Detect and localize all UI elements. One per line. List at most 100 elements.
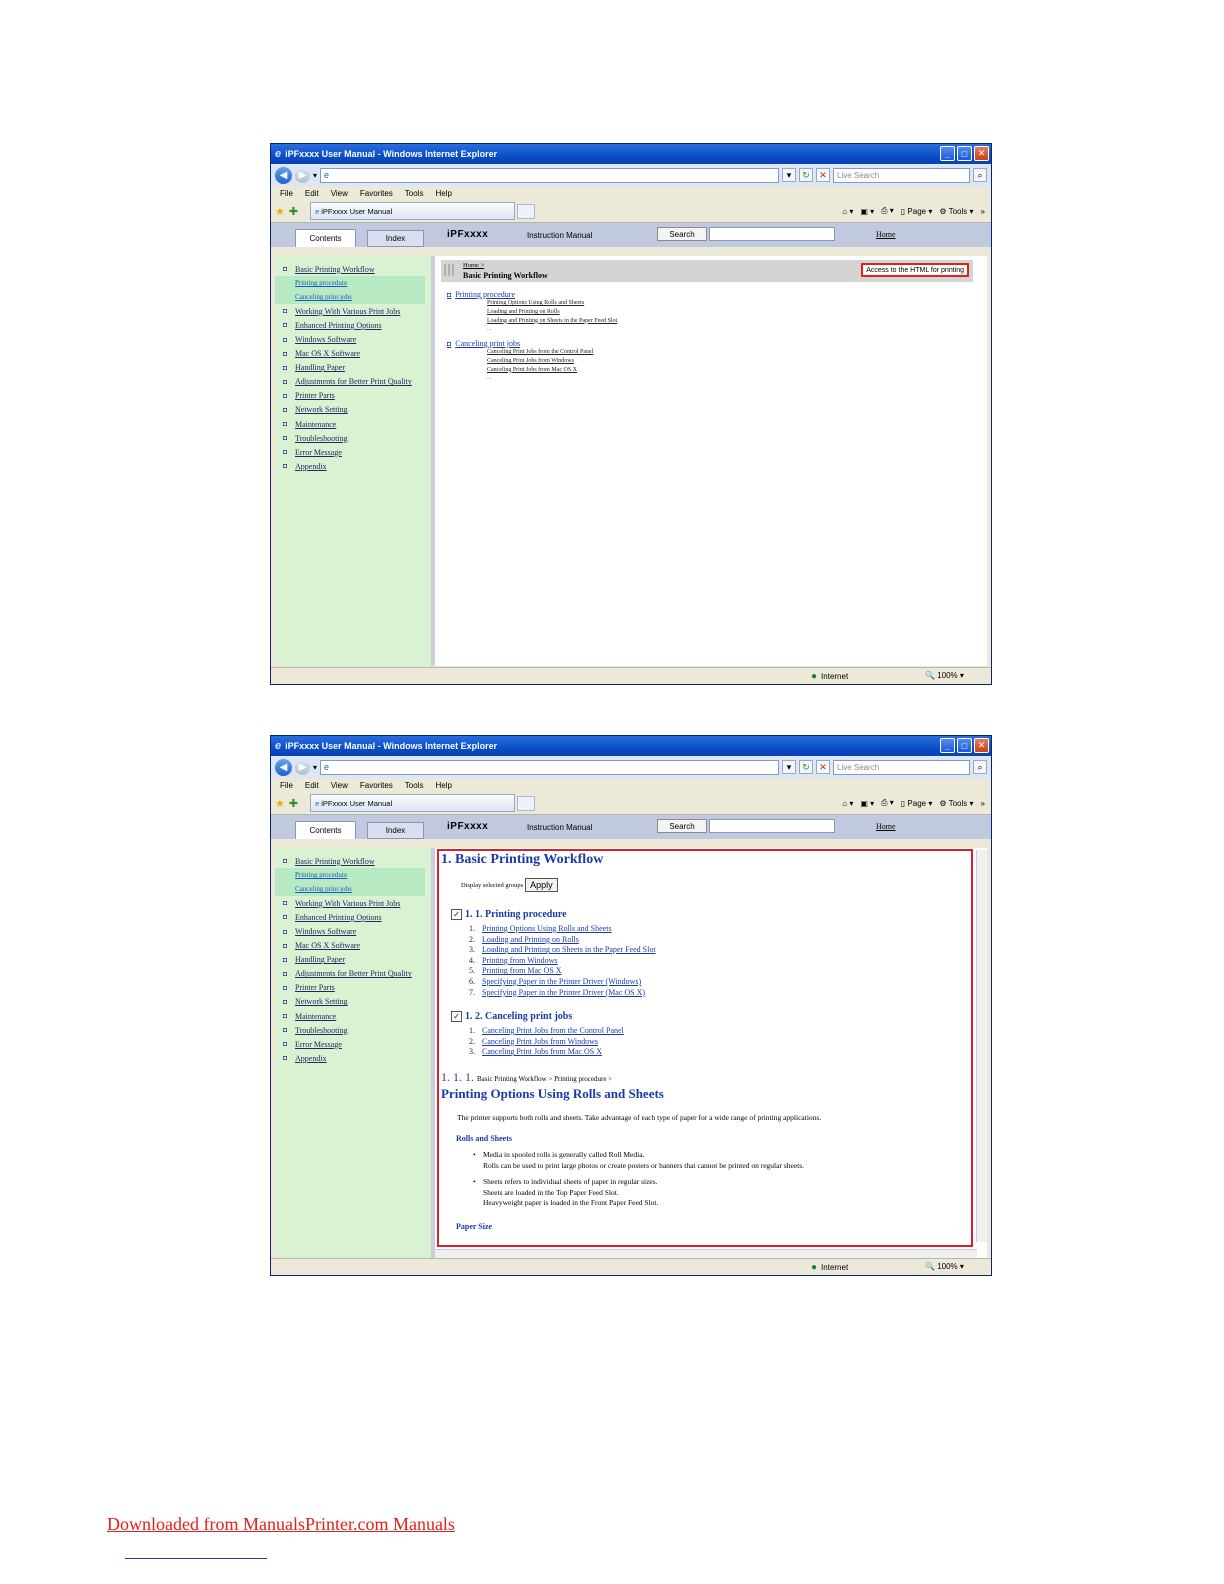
manual-search-button[interactable]: Search — [657, 819, 707, 833]
zoom-control[interactable]: 🔍 100% ▾ — [925, 1262, 964, 1271]
add-favorites-icon[interactable]: ✚ — [289, 797, 298, 810]
tools-menu-button[interactable]: ⚙ Tools ▾ — [939, 207, 973, 216]
sidebar-item-basic-printing-workflow[interactable]: ◘ Basic Printing Workflow — [275, 854, 431, 868]
access-html-printing-button[interactable]: Access to the HTML for printing — [861, 263, 969, 277]
manual-search-button[interactable]: Search — [657, 227, 707, 241]
minimize-icon[interactable]: _ — [940, 738, 955, 753]
back-icon[interactable]: ◀ — [275, 758, 292, 776]
sidebar-item-basic-printing-workflow[interactable]: ◘ Basic Printing Workflow — [275, 262, 431, 276]
forward-icon[interactable]: ▶ — [295, 167, 310, 183]
manual-search-input[interactable] — [709, 227, 835, 241]
subsection-link[interactable]: Loading and Printing on Rolls — [487, 308, 617, 317]
sidebar-item-maintenance[interactable]: ◘ Maintenance — [275, 1009, 431, 1023]
tab-index[interactable]: Index — [367, 230, 424, 247]
sidebar-item-printer-parts[interactable]: ◘ Printer Parts — [275, 389, 431, 403]
menu-help[interactable]: Help — [435, 189, 451, 198]
new-tab-button[interactable] — [517, 203, 536, 219]
horizontal-scrollbar[interactable] — [435, 1249, 977, 1258]
sidebar-item-network-setting[interactable]: ◘ Network Setting — [275, 403, 431, 417]
minimize-icon[interactable]: _ — [940, 146, 955, 161]
maximize-icon[interactable]: □ — [957, 738, 972, 753]
menu-help[interactable]: Help — [435, 781, 451, 790]
vertical-scrollbar[interactable] — [976, 850, 987, 1242]
subsection-link[interactable]: Printing Options Using Rolls and Sheets — [487, 299, 617, 308]
print-icon[interactable]: ⎙ ▾ — [881, 206, 894, 216]
close-icon[interactable]: ✕ — [974, 146, 989, 161]
page-menu-button[interactable]: ▯ Page ▾ — [901, 799, 933, 808]
home-icon[interactable]: ⌂ ▾ — [842, 207, 853, 216]
sidebar-item-printing-procedure[interactable]: Printing procedure — [275, 276, 425, 291]
topic-link[interactable]: Specifying Paper in the Printer Driver (… — [482, 977, 641, 986]
maximize-icon[interactable]: □ — [957, 146, 972, 161]
menu-edit[interactable]: Edit — [305, 189, 319, 198]
stop-icon[interactable]: ✕ — [816, 760, 830, 774]
topic-link[interactable]: Canceling Print Jobs from Windows — [482, 1037, 598, 1046]
page-menu-button[interactable]: ▯ Page ▾ — [901, 207, 933, 216]
sidebar-item-various-print-jobs[interactable]: ◘ Working With Various Print Jobs — [275, 304, 431, 318]
manual-search-input[interactable] — [709, 819, 835, 833]
sidebar-item-troubleshooting[interactable]: ◘ Troubleshooting — [275, 431, 431, 445]
favorites-star-icon[interactable]: ★ — [275, 797, 285, 810]
stop-icon[interactable]: ✕ — [816, 168, 830, 182]
menu-favorites[interactable]: Favorites — [360, 781, 393, 790]
chevron-more-icon[interactable]: » — [981, 207, 985, 216]
tools-menu-button[interactable]: ⚙ Tools ▾ — [939, 799, 973, 808]
subsection-link[interactable]: Canceling Print Jobs from the Control Pa… — [487, 348, 593, 357]
sidebar-item-print-quality[interactable]: ◘ Adjustments for Better Print Quality — [275, 967, 431, 981]
menu-file[interactable]: File — [280, 189, 293, 198]
tab-contents[interactable]: Contents — [295, 821, 356, 839]
section-link-canceling-print-jobs[interactable]: Canceling print jobs — [455, 339, 520, 348]
sidebar-item-network-setting[interactable]: ◘ Network Setting — [275, 995, 431, 1009]
group-checkbox[interactable]: ✓ — [451, 909, 462, 920]
browser-tab[interactable]: e iPFxxxx User Manual — [310, 202, 516, 220]
download-source-link[interactable]: Downloaded from ManualsPrinter.com Manua… — [107, 1514, 455, 1535]
topic-link[interactable]: Loading and Printing on Rolls — [482, 935, 579, 944]
chevron-more-icon[interactable]: » — [981, 799, 985, 808]
sidebar-item-canceling-print-jobs[interactable]: Canceling print jobs — [275, 882, 425, 897]
sidebar-item-various-print-jobs[interactable]: ◘ Working With Various Print Jobs — [275, 896, 431, 910]
menu-file[interactable]: File — [280, 781, 293, 790]
sidebar-item-print-quality[interactable]: ◘ Adjustments for Better Print Quality — [275, 375, 431, 389]
apply-button[interactable]: Apply — [525, 878, 558, 892]
menu-favorites[interactable]: Favorites — [360, 189, 393, 198]
subsection-link[interactable]: Loading and Printing on Sheets in the Pa… — [487, 317, 617, 326]
close-icon[interactable]: ✕ — [974, 738, 989, 753]
topic-link[interactable]: Canceling Print Jobs from Mac OS X — [482, 1047, 602, 1056]
sidebar-item-appendix[interactable]: ◘ Appendix — [275, 1051, 431, 1065]
browser-tab[interactable]: e iPFxxxx User Manual — [310, 794, 516, 812]
sidebar-item-troubleshooting[interactable]: ◘ Troubleshooting — [275, 1023, 431, 1037]
address-input[interactable]: e — [320, 167, 779, 183]
sidebar-item-windows-software[interactable]: ◘ Windows Software — [275, 924, 431, 938]
address-dropdown-icon[interactable]: ▾ — [782, 168, 796, 182]
home-icon[interactable]: ⌂ ▾ — [842, 799, 853, 808]
topic-link[interactable]: Printing from Windows — [482, 956, 558, 965]
print-icon[interactable]: ⎙ ▾ — [881, 798, 894, 808]
add-favorites-icon[interactable]: ✚ — [289, 205, 298, 218]
feeds-icon[interactable]: ▣ ▾ — [860, 799, 874, 808]
subsection-link[interactable]: Canceling Print Jobs from Mac OS X — [487, 366, 593, 375]
sidebar-item-error-message[interactable]: ◘ Error Message — [275, 1037, 431, 1051]
topic-link[interactable]: Loading and Printing on Sheets in the Pa… — [482, 945, 656, 954]
history-dropdown-icon[interactable]: ▾ — [313, 763, 317, 772]
sidebar-item-handling-paper[interactable]: ◘ Handling Paper — [275, 361, 431, 375]
menu-view[interactable]: View — [331, 189, 348, 198]
topic-link[interactable]: Specifying Paper in the Printer Driver (… — [482, 988, 645, 997]
feeds-icon[interactable]: ▣ ▾ — [860, 207, 874, 216]
refresh-icon[interactable]: ↻ — [799, 760, 813, 774]
forward-icon[interactable]: ▶ — [295, 759, 310, 775]
topic-link[interactable]: Printing from Mac OS X — [482, 966, 562, 975]
favorites-star-icon[interactable]: ★ — [275, 205, 285, 218]
tab-index[interactable]: Index — [367, 822, 424, 839]
live-search-input[interactable]: Live Search — [833, 167, 970, 183]
sidebar-item-printer-parts[interactable]: ◘ Printer Parts — [275, 981, 431, 995]
sidebar-item-maintenance[interactable]: ◘ Maintenance — [275, 417, 431, 431]
history-dropdown-icon[interactable]: ▾ — [313, 171, 317, 180]
menu-tools[interactable]: Tools — [405, 189, 424, 198]
section-link-printing-procedure[interactable]: Printing procedure — [455, 290, 515, 299]
breadcrumb-home-link[interactable]: Home > — [463, 262, 484, 269]
address-input[interactable]: e — [320, 759, 779, 775]
sidebar-item-enhanced-printing[interactable]: ◘ Enhanced Printing Options — [275, 910, 431, 924]
new-tab-button[interactable] — [517, 795, 536, 811]
sidebar-item-printing-procedure[interactable]: Printing procedure — [275, 868, 425, 883]
sidebar-item-appendix[interactable]: ◘ Appendix — [275, 459, 431, 473]
